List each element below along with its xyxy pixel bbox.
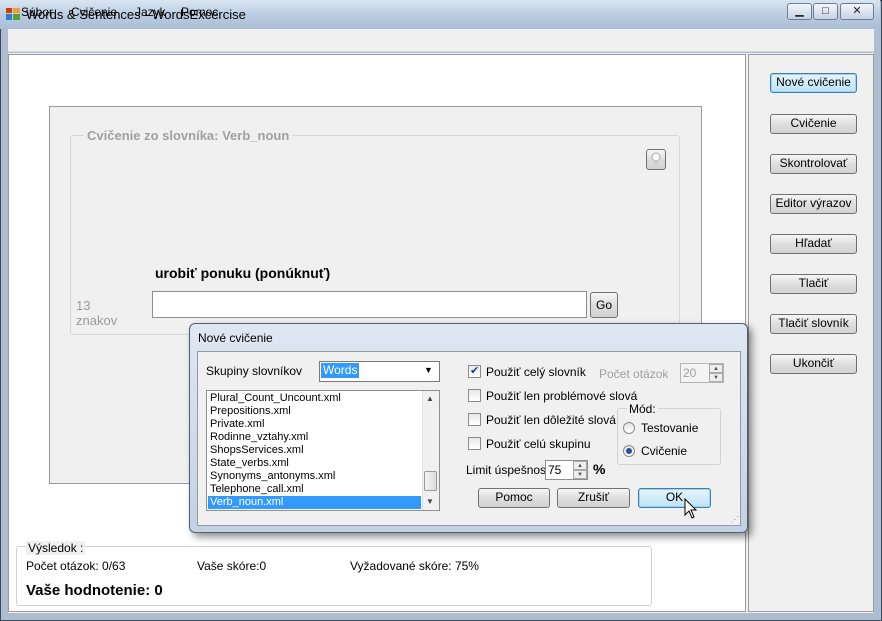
hint-button[interactable]: [646, 149, 666, 170]
list-item[interactable]: Plural_Count_Uncount.xml: [208, 392, 421, 405]
groups-select-value[interactable]: Words: [321, 363, 360, 378]
question-count-label: Počet otázok: [599, 367, 669, 381]
search-button[interactable]: Hľadať: [770, 234, 857, 254]
mode-test-label: Testovanie: [641, 421, 699, 435]
char-count: 13 znakov: [76, 298, 136, 328]
spin-down-icon[interactable]: ▼: [709, 373, 723, 382]
use-group-label: Použiť celú skupinu: [486, 437, 591, 451]
list-item[interactable]: Prepositions.xml: [208, 405, 421, 418]
lightbulb-icon: [651, 152, 661, 165]
check-button[interactable]: Skontrolovať: [770, 154, 857, 174]
maximize-button[interactable]: □: [813, 3, 838, 20]
rating: Vaše hodnotenie: 0: [26, 582, 163, 599]
close-button[interactable]: ✕: [840, 3, 874, 20]
menu-file[interactable]: Súbor: [21, 5, 53, 19]
dialog-title: Nové cvičenie: [198, 331, 273, 345]
ok-button[interactable]: OK: [638, 488, 711, 508]
use-important-label: Použiť len dôležité slová: [486, 413, 616, 427]
minimize-button[interactable]: ▁: [787, 3, 812, 20]
prompt-text: urobiť ponuku (ponúknuť): [155, 265, 331, 281]
mode-exercise-label: Cvičenie: [641, 444, 688, 458]
char-count-unit: znakov: [76, 313, 118, 328]
exercise-legend: Cvičenie zo slovníka: Verb_noun: [84, 128, 293, 143]
resize-grip-icon[interactable]: ⋰: [731, 516, 740, 525]
use-group-checkbox[interactable]: [468, 437, 481, 450]
mode-exercise-radio[interactable]: [623, 445, 635, 457]
use-whole-dict-label: Použiť celý slovník: [486, 365, 586, 379]
list-item[interactable]: Private.xml: [208, 418, 421, 431]
list-item[interactable]: ShopsServices.xml: [208, 444, 421, 457]
list-item[interactable]: Telephone_call.xml: [208, 483, 421, 496]
score: Vaše skóre:0: [197, 559, 267, 573]
scroll-thumb[interactable]: [424, 471, 437, 491]
list-item[interactable]: Rodinne_vztahy.xml: [208, 431, 421, 444]
print-dictionary-button[interactable]: Tlačiť slovník: [770, 314, 857, 334]
spin-up-icon[interactable]: ▲: [709, 364, 723, 373]
app-icon: [6, 8, 20, 20]
list-item[interactable]: State_verbs.xml: [208, 457, 421, 470]
use-whole-dict-checkbox[interactable]: [468, 364, 481, 378]
print-button[interactable]: Tlačiť: [770, 274, 857, 294]
mouse-cursor-icon: [684, 498, 698, 519]
scroll-up-icon[interactable]: ▲: [426, 394, 434, 403]
mode-test-radio[interactable]: [623, 422, 635, 434]
use-important-checkbox[interactable]: [468, 413, 481, 426]
cancel-button[interactable]: Zrušiť: [557, 488, 630, 508]
char-count-number: 13: [76, 298, 91, 313]
limit-label: Limit úspešnosti: [466, 463, 553, 477]
groups-label: Skupiny slovníkov: [206, 364, 303, 378]
spin-up-icon[interactable]: ▲: [573, 461, 587, 470]
list-item-selected[interactable]: Verb_noun.xml: [208, 496, 421, 509]
list-scrollbar[interactable]: [422, 391, 439, 510]
help-button[interactable]: Pomoc: [478, 488, 550, 508]
required-score: Vyžadované skóre: 75%: [350, 559, 479, 573]
answer-input[interactable]: [152, 291, 587, 318]
menu-exercise[interactable]: Cvičenie: [71, 5, 117, 19]
exit-button[interactable]: Ukončiť: [770, 354, 857, 374]
go-button[interactable]: Go: [590, 292, 618, 318]
expression-editor-button[interactable]: Editor výrazov: [770, 194, 857, 214]
menu-bar: [8, 29, 874, 52]
new-exercise-button[interactable]: Nové cvičenie: [770, 73, 857, 93]
use-problem-label: Použiť len problémové slová: [486, 389, 638, 403]
result-legend: Výsledok :: [26, 541, 86, 555]
question-count-value[interactable]: 20: [683, 366, 696, 380]
use-problem-checkbox[interactable]: [468, 389, 481, 402]
question-count: Počet otázok: 0/63: [26, 559, 126, 573]
scroll-down-icon[interactable]: ▼: [426, 497, 434, 506]
menu-language[interactable]: Jazyk: [135, 5, 166, 19]
spin-down-icon[interactable]: ▼: [573, 470, 587, 479]
limit-value[interactable]: 75: [548, 463, 561, 477]
limit-unit: %: [593, 461, 606, 477]
chevron-down-icon[interactable]: ▼: [424, 365, 433, 375]
list-item[interactable]: Synonyms_antonyms.xml: [208, 470, 421, 483]
menu-help[interactable]: Pomoc: [181, 5, 218, 19]
mode-legend: Mód:: [627, 402, 658, 416]
exercise-button[interactable]: Cvičenie: [770, 114, 857, 134]
